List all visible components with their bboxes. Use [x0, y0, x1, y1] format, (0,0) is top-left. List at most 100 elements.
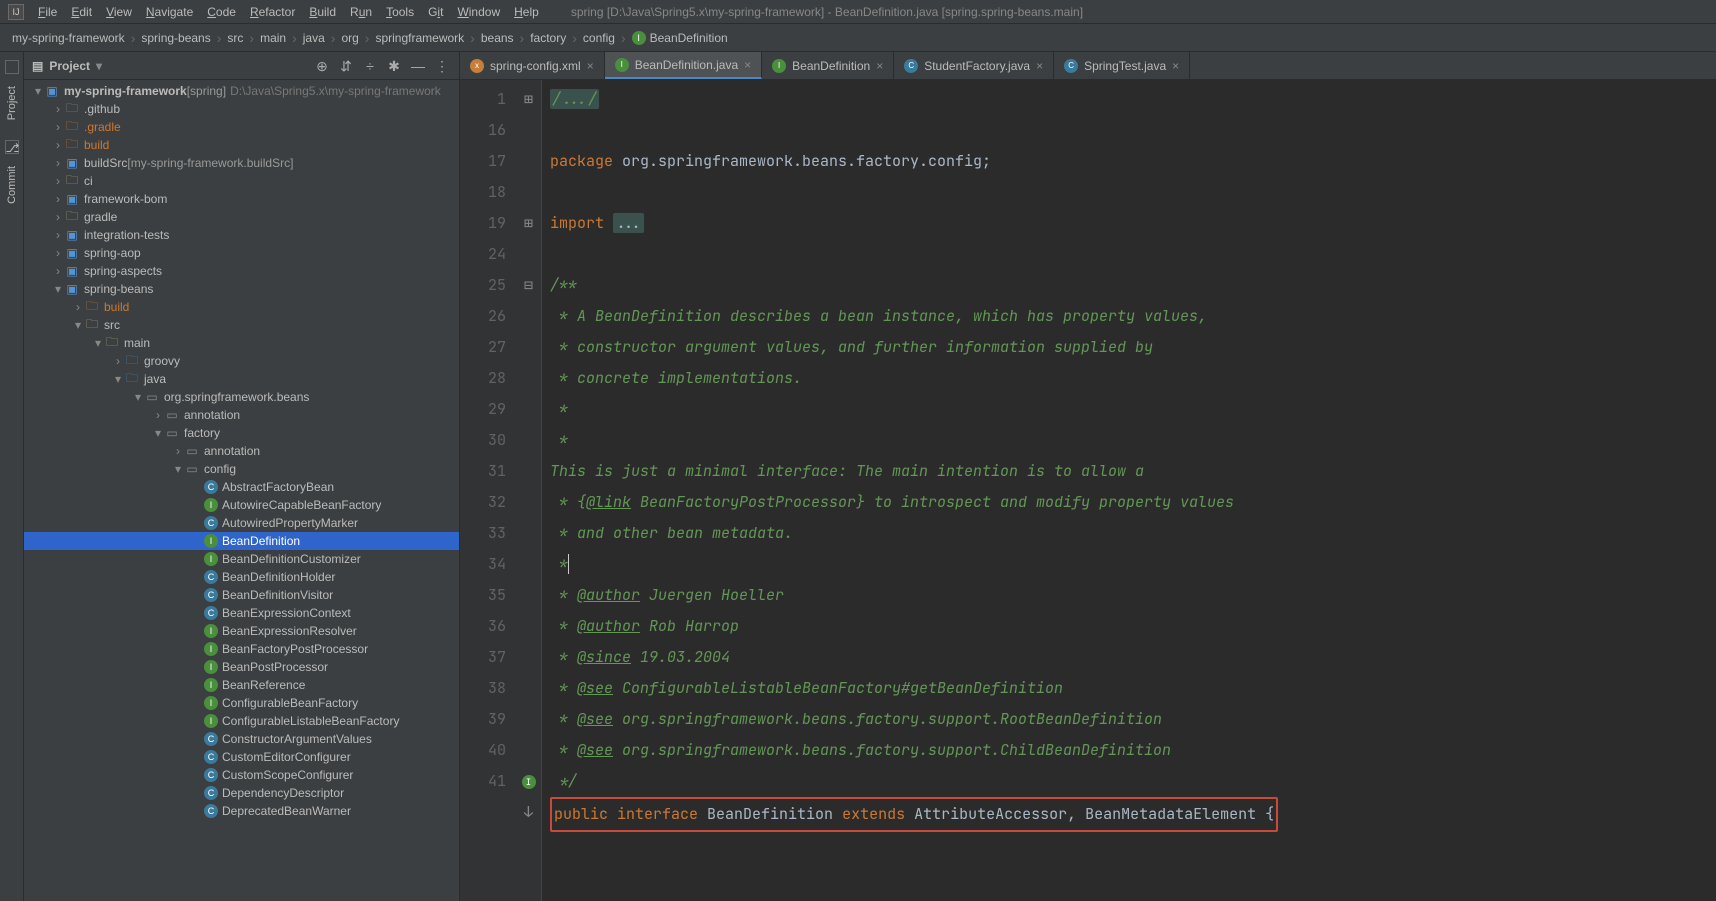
close-icon[interactable]: × [587, 59, 594, 73]
class-icon: C [204, 606, 218, 620]
tree-item[interactable]: ▾▭factory [24, 424, 459, 442]
tree-item[interactable]: ›🗀ci [24, 172, 459, 190]
crumb[interactable]: beans [479, 31, 516, 45]
module-icon: ▣ [64, 192, 80, 206]
package-icon: ▭ [184, 444, 200, 458]
project-tree[interactable]: ▾▣my-spring-framework [spring]D:\Java\Sp… [24, 80, 459, 901]
interface-icon: I [204, 534, 218, 548]
crumb[interactable]: main [258, 31, 288, 45]
tree-item[interactable]: ›▣framework-bom [24, 190, 459, 208]
tree-file[interactable]: CAutowiredPropertyMarker [24, 514, 459, 532]
crumb[interactable]: my-spring-framework [10, 31, 127, 45]
tree-file[interactable]: IConfigurableListableBeanFactory [24, 712, 459, 730]
close-icon[interactable]: × [1036, 59, 1043, 73]
close-icon[interactable]: × [1172, 59, 1179, 73]
menu-code[interactable]: Code [201, 3, 242, 21]
tree-item[interactable]: ›🗀.gradle [24, 118, 459, 136]
tree-item[interactable]: ›🗀gradle [24, 208, 459, 226]
crumb[interactable]: config [581, 31, 617, 45]
tree-item[interactable]: ▾🗀java [24, 370, 459, 388]
tree-item[interactable]: ›▣buildSrc [my-spring-framework.buildSrc… [24, 154, 459, 172]
tree-item[interactable]: ›▭annotation [24, 442, 459, 460]
tree-file[interactable]: IBeanReference [24, 676, 459, 694]
tree-file[interactable]: CBeanDefinitionVisitor [24, 586, 459, 604]
tree-item[interactable]: ›🗀build [24, 136, 459, 154]
tree-file[interactable]: IBeanDefinition [24, 532, 459, 550]
project-tool-tab[interactable]: Project [4, 78, 20, 128]
tree-item[interactable]: ›▭annotation [24, 406, 459, 424]
tree-item[interactable]: ›▣spring-aop [24, 244, 459, 262]
tree-root[interactable]: ▾▣my-spring-framework [spring]D:\Java\Sp… [24, 82, 459, 100]
menu-navigate[interactable]: Navigate [140, 3, 199, 21]
tree-file[interactable]: CDeprecatedBeanWarner [24, 802, 459, 820]
tree-file[interactable]: CDependencyDescriptor [24, 784, 459, 802]
crumb[interactable]: springframework [373, 31, 466, 45]
commit-tool-icon[interactable]: ⎇ [5, 140, 19, 154]
code-editor[interactable]: 1161718192425262728293031323334353637383… [460, 80, 1716, 901]
tree-file[interactable]: CAbstractFactoryBean [24, 478, 459, 496]
hide-icon[interactable]: — [409, 57, 427, 75]
editor-tab[interactable]: CSpringTest.java× [1054, 52, 1190, 79]
project-tool-icon[interactable] [5, 60, 19, 74]
interface-icon: I [204, 678, 218, 692]
tree-item[interactable]: ▾▭config [24, 460, 459, 478]
tree-item[interactable]: ›🗀.github [24, 100, 459, 118]
code-content[interactable]: /.../ package org.springframework.beans.… [542, 80, 1716, 901]
tree-item[interactable]: ▾▭org.springframework.beans [24, 388, 459, 406]
menu-tools[interactable]: Tools [380, 3, 420, 21]
interface-icon: I [632, 31, 646, 45]
editor-tab[interactable]: CStudentFactory.java× [894, 52, 1054, 79]
close-icon[interactable]: × [876, 59, 883, 73]
tree-item[interactable]: ▾▣spring-beans [24, 280, 459, 298]
menu-refactor[interactable]: Refactor [244, 3, 301, 21]
tree-file[interactable]: CBeanDefinitionHolder [24, 568, 459, 586]
tree-file[interactable]: IBeanExpressionResolver [24, 622, 459, 640]
impl-icon[interactable]: I [522, 775, 536, 789]
tree-file[interactable]: CBeanExpressionContext [24, 604, 459, 622]
class-icon: C [204, 588, 218, 602]
tree-item[interactable]: ›▣integration-tests [24, 226, 459, 244]
more-icon[interactable]: ⋮ [433, 57, 451, 75]
crumb[interactable]: IBeanDefinition [630, 31, 730, 45]
commit-tool-tab[interactable]: Commit [4, 158, 20, 212]
locate-icon[interactable]: ⊕ [313, 57, 331, 75]
folder-icon: 🗀 [64, 102, 80, 116]
tree-item[interactable]: ▾🗀main [24, 334, 459, 352]
class-icon: C [204, 804, 218, 818]
tree-file[interactable]: CCustomScopeConfigurer [24, 766, 459, 784]
crumb[interactable]: org [339, 31, 360, 45]
tree-file[interactable]: IBeanPostProcessor [24, 658, 459, 676]
tree-file[interactable]: IConfigurableBeanFactory [24, 694, 459, 712]
editor-tab[interactable]: xspring-config.xml× [460, 52, 605, 79]
menu-help[interactable]: Help [508, 3, 545, 21]
project-panel: ▤Project ▾ ⊕ ⇵ ÷ ✱ — ⋮ ▾▣my-spring-frame… [24, 52, 460, 901]
crumb[interactable]: factory [528, 31, 568, 45]
tree-item[interactable]: ›🗀build [24, 298, 459, 316]
tree-file[interactable]: CCustomEditorConfigurer [24, 748, 459, 766]
menu-build[interactable]: Build [303, 3, 342, 21]
settings-icon[interactable]: ✱ [385, 57, 403, 75]
menu-view[interactable]: View [100, 3, 138, 21]
expand-icon[interactable]: ⇵ [337, 57, 355, 75]
crumb[interactable]: src [225, 31, 245, 45]
collapse-icon[interactable]: ÷ [361, 57, 379, 75]
tree-file[interactable]: IBeanDefinitionCustomizer [24, 550, 459, 568]
menu-run[interactable]: Run [344, 3, 378, 21]
tree-file[interactable]: IBeanFactoryPostProcessor [24, 640, 459, 658]
crumb[interactable]: java [301, 31, 327, 45]
tree-file[interactable]: CConstructorArgumentValues [24, 730, 459, 748]
tree-item[interactable]: ›🗀groovy [24, 352, 459, 370]
close-icon[interactable]: × [744, 58, 751, 72]
folder-icon: 🗀 [124, 354, 140, 368]
menu-git[interactable]: Git [422, 3, 449, 21]
tree-file[interactable]: IAutowireCapableBeanFactory [24, 496, 459, 514]
menu-edit[interactable]: Edit [65, 3, 98, 21]
menu-window[interactable]: Window [451, 3, 506, 21]
editor-tab[interactable]: IBeanDefinition× [762, 52, 894, 79]
crumb[interactable]: spring-beans [139, 31, 212, 45]
menu-file[interactable]: File [32, 3, 63, 21]
tree-item[interactable]: ›▣spring-aspects [24, 262, 459, 280]
tree-item[interactable]: ▾🗀src [24, 316, 459, 334]
editor-tabs: xspring-config.xml×IBeanDefinition.java×… [460, 52, 1716, 80]
editor-tab[interactable]: IBeanDefinition.java× [605, 52, 762, 79]
